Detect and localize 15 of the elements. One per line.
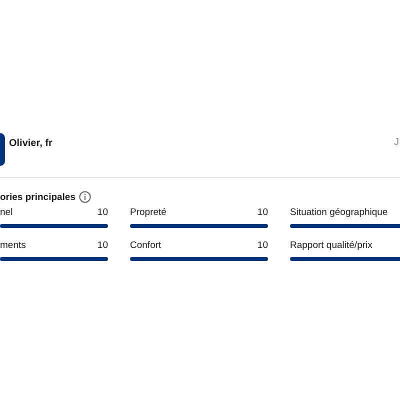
score-text: 10: [97, 207, 108, 218]
section-title: ories principales: [0, 192, 76, 202]
date-text: J: [394, 137, 399, 148]
score-text: 10: [257, 207, 268, 218]
category-label: nel: [0, 207, 13, 218]
category-label: Propreté: [130, 207, 166, 218]
score-text: 10: [257, 240, 268, 251]
avatar: [0, 133, 5, 166]
reviewer-name: Olivier, fr: [9, 138, 52, 149]
info-icon[interactable]: [78, 191, 91, 203]
category-label: Confort: [130, 240, 162, 251]
score-text: 10: [97, 240, 108, 251]
category-label: Situation géographique: [290, 207, 388, 218]
category-label: Rapport qualité/prix: [290, 240, 372, 251]
category-label: ments: [0, 240, 26, 251]
